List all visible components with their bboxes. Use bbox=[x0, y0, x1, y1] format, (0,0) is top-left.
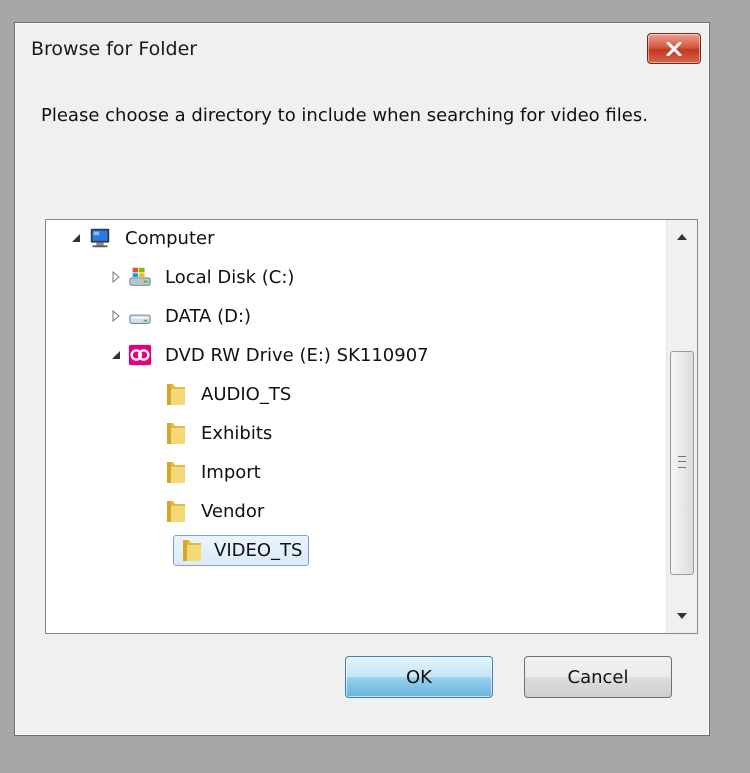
chevron-down-icon bbox=[677, 613, 687, 619]
dvd-drive-icon bbox=[128, 343, 152, 367]
folder-icon bbox=[180, 538, 204, 562]
tree-node-data-drive[interactable]: DATA (D:) bbox=[108, 299, 258, 333]
collapsed-arrow-icon[interactable] bbox=[108, 308, 124, 324]
cancel-button[interactable]: Cancel bbox=[524, 656, 672, 698]
tree-node-label: Computer bbox=[125, 227, 215, 249]
tree-node-folder[interactable]: Exhibits bbox=[164, 416, 279, 450]
drive-icon bbox=[128, 304, 152, 328]
scrollbar-thumb[interactable] bbox=[670, 351, 694, 575]
ok-button[interactable]: OK bbox=[345, 656, 493, 698]
tree-node-folder[interactable]: Vendor bbox=[164, 494, 271, 528]
tree-node-label: Exhibits bbox=[201, 422, 273, 444]
folder-icon bbox=[164, 421, 188, 445]
scroll-down-button[interactable] bbox=[667, 601, 697, 631]
computer-icon bbox=[88, 226, 112, 250]
expanded-arrow-icon[interactable] bbox=[108, 347, 124, 363]
expanded-arrow-icon[interactable] bbox=[68, 230, 84, 246]
scroll-up-button[interactable] bbox=[667, 222, 697, 252]
vertical-scrollbar[interactable] bbox=[666, 220, 697, 633]
collapsed-arrow-icon[interactable] bbox=[108, 269, 124, 285]
tree-node-label: AUDIO_TS bbox=[201, 383, 292, 405]
folder-tree[interactable]: Computer Local Disk (C:) DATA (D:) DVD R… bbox=[45, 219, 698, 634]
tree-node-label: Vendor bbox=[201, 500, 265, 522]
tree-node-folder-selected[interactable]: VIDEO_TS bbox=[173, 533, 310, 567]
chevron-up-icon bbox=[677, 234, 687, 240]
folder-icon bbox=[164, 460, 188, 484]
tree-node-label: VIDEO_TS bbox=[214, 539, 303, 561]
tree-node-folder[interactable]: Import bbox=[164, 455, 268, 489]
grip-icon bbox=[678, 456, 686, 468]
instruction-text: Please choose a directory to include whe… bbox=[41, 105, 648, 126]
browse-for-folder-dialog: Browse for Folder Please choose a direct… bbox=[14, 22, 710, 736]
folder-icon bbox=[164, 499, 188, 523]
tree-node-label: Import bbox=[201, 461, 261, 483]
folder-icon bbox=[164, 382, 188, 406]
tree-node-label: DVD RW Drive (E:) SK110907 bbox=[165, 344, 429, 366]
tree-node-label: Local Disk (C:) bbox=[165, 266, 295, 288]
tree-node-label: DATA (D:) bbox=[165, 305, 252, 327]
tree-node-local-disk[interactable]: Local Disk (C:) bbox=[108, 260, 301, 294]
close-button[interactable] bbox=[647, 33, 701, 64]
tree-node-folder[interactable]: AUDIO_TS bbox=[164, 377, 298, 411]
title-bar[interactable]: Browse for Folder bbox=[15, 23, 709, 75]
local-disk-icon bbox=[128, 265, 152, 289]
close-icon bbox=[666, 41, 682, 56]
dialog-title: Browse for Folder bbox=[31, 38, 198, 60]
tree-node-computer[interactable]: Computer bbox=[68, 221, 221, 255]
tree-node-dvd-drive[interactable]: DVD RW Drive (E:) SK110907 bbox=[108, 338, 436, 372]
